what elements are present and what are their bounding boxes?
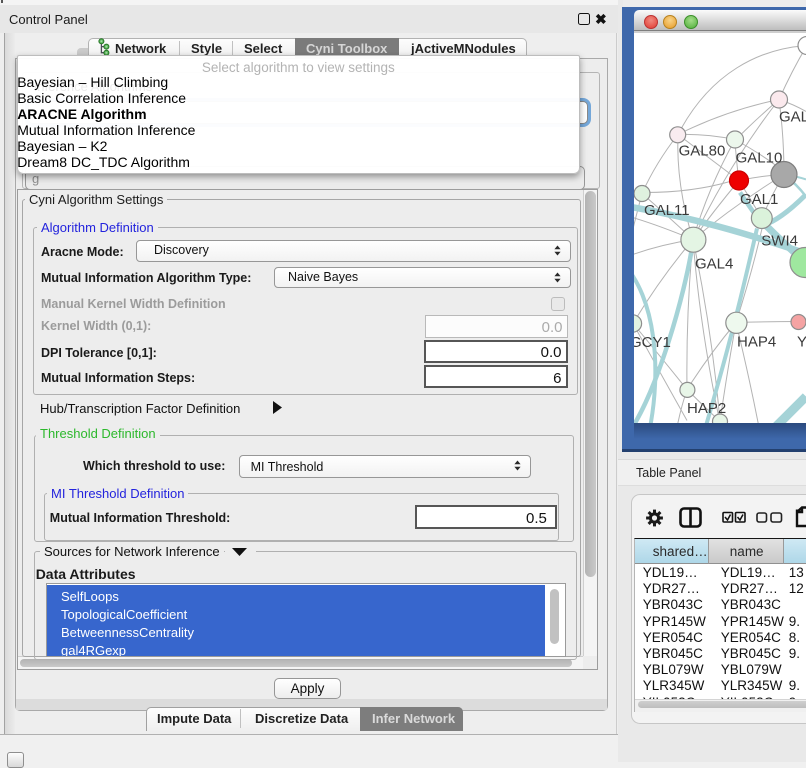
svg-text:SWI4: SWI4 bbox=[761, 232, 798, 249]
svg-text:HAP2: HAP2 bbox=[687, 400, 726, 417]
svg-text:GAL1: GAL1 bbox=[740, 191, 778, 208]
svg-text:GAL11: GAL11 bbox=[644, 202, 690, 219]
svg-text:GAL4: GAL4 bbox=[695, 255, 733, 272]
svg-text:GCY1: GCY1 bbox=[634, 334, 671, 351]
svg-text:YDR: YDR bbox=[797, 333, 806, 350]
svg-text:HAP4: HAP4 bbox=[737, 333, 776, 350]
svg-text:GAL80: GAL80 bbox=[679, 142, 726, 159]
svg-text:GAL2: GAL2 bbox=[779, 108, 806, 125]
svg-text:GAL10: GAL10 bbox=[736, 149, 783, 166]
